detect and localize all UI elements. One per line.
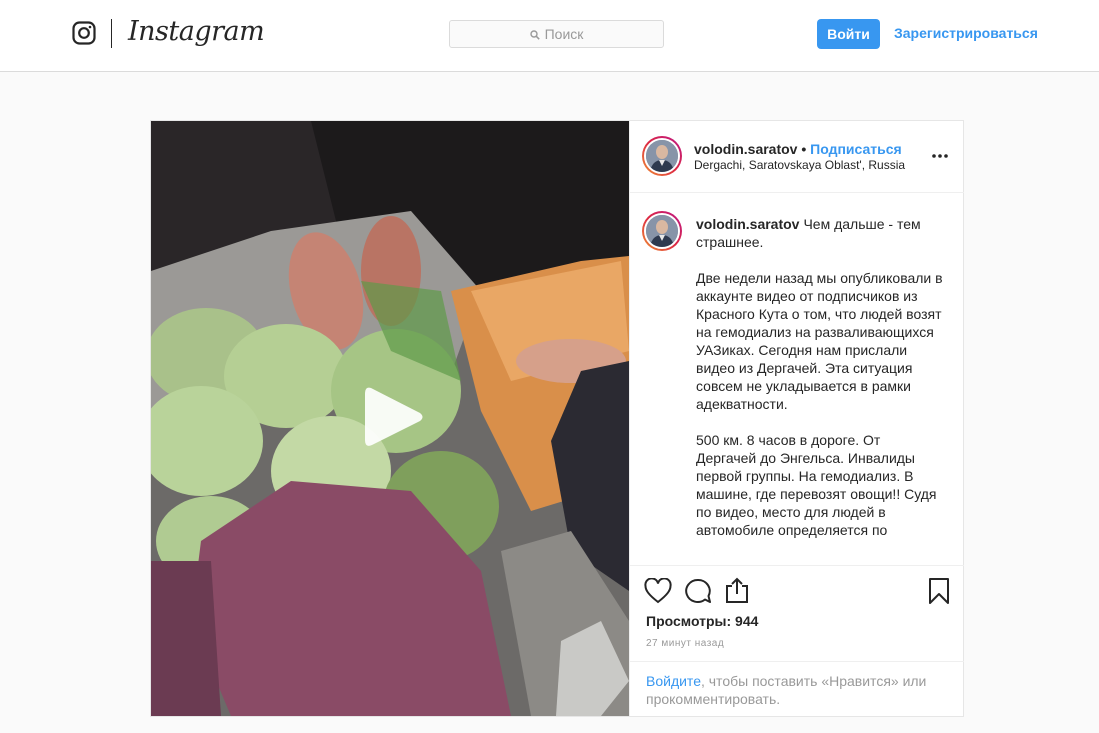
post-header-line: volodin.saratov • Подписаться xyxy=(694,141,902,157)
bookmark-icon[interactable] xyxy=(928,577,950,605)
post-header: volodin.saratov • Подписаться Dergachi, … xyxy=(630,121,964,193)
post-video[interactable] xyxy=(151,121,629,716)
login-prompt-link[interactable]: Войдите xyxy=(646,673,701,689)
search-icon xyxy=(529,30,540,40)
post-card: volodin.saratov • Подписаться Dergachi, … xyxy=(150,120,964,717)
login-button[interactable]: Войти xyxy=(817,19,880,49)
caption-avatar[interactable] xyxy=(642,211,682,251)
post-timestamp[interactable]: 27 минут назад xyxy=(646,638,724,649)
follow-button[interactable]: Подписаться xyxy=(810,141,902,157)
caption-body: Чем дальше - тем страшнее. Две недели на… xyxy=(696,216,943,538)
avatar[interactable] xyxy=(642,136,682,176)
play-icon[interactable] xyxy=(363,384,425,450)
instagram-camera-icon[interactable] xyxy=(72,21,96,45)
more-options-icon[interactable] xyxy=(930,149,950,163)
separator-dot: • xyxy=(801,141,807,157)
caption-username[interactable]: volodin.saratov xyxy=(696,216,799,232)
instagram-wordmark[interactable]: Instagram xyxy=(128,16,265,47)
post-sidebar: volodin.saratov • Подписаться Dergachi, … xyxy=(629,121,964,716)
caption-area: volodin.saratov Чем дальше - тем страшнее… xyxy=(630,193,964,565)
comment-icon[interactable] xyxy=(684,578,712,604)
views-count[interactable]: Просмотры: 944 xyxy=(646,613,758,629)
post-actions: Просмотры: 944 27 минут назад Войдите, ч… xyxy=(630,565,964,716)
top-navigation-bar: Instagram Поиск Войти Зарегистрироваться xyxy=(0,0,1099,72)
search-input[interactable]: Поиск xyxy=(449,20,664,48)
login-prompt: Войдите, чтобы поставить «Нравится» или … xyxy=(630,661,964,717)
avatar-photo xyxy=(646,215,678,247)
post-caption: volodin.saratov Чем дальше - тем страшнее… xyxy=(696,215,944,539)
search-placeholder: Поиск xyxy=(544,26,584,42)
avatar-photo xyxy=(646,140,678,172)
logo-divider xyxy=(111,19,112,48)
signup-link[interactable]: Зарегистрироваться xyxy=(894,25,1038,41)
share-icon[interactable] xyxy=(724,576,750,604)
post-location[interactable]: Dergachi, Saratovskaya Oblast', Russia xyxy=(694,158,905,172)
heart-icon[interactable] xyxy=(644,578,672,604)
post-username[interactable]: volodin.saratov xyxy=(694,141,797,157)
